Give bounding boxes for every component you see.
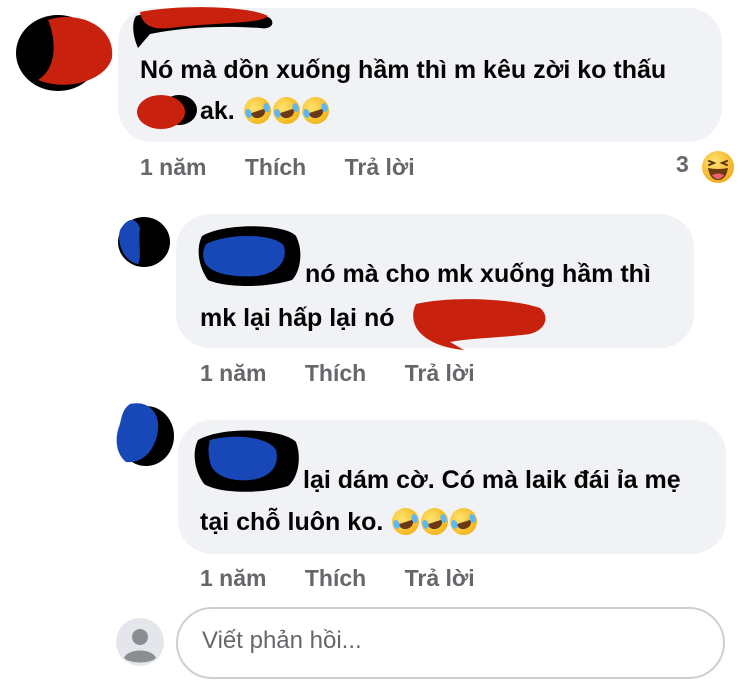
redacted-mention [413, 299, 546, 350]
like-button[interactable]: Thích [245, 154, 306, 180]
reply-button[interactable]: Trả lời [405, 360, 475, 386]
avatar[interactable] [112, 210, 178, 270]
timestamp[interactable]: 1 năm [200, 360, 266, 386]
reply-button[interactable]: Trả lời [405, 565, 475, 591]
laugh-emoji-icon [298, 93, 333, 128]
reply-input-placeholder: Viết phản hồi... [202, 627, 362, 654]
comment-text-line-2: tại chỗ luôn ko. [200, 502, 481, 542]
laugh-emoji-icon [446, 504, 481, 539]
like-button[interactable]: Thích [305, 565, 366, 591]
comment-text-line-2: ak. [200, 91, 333, 131]
redacted-author-name[interactable] [192, 424, 304, 496]
comment-text-line-2-text: tại chỗ luôn ko. [200, 508, 384, 536]
laugh-emoji-icon [388, 504, 423, 539]
timestamp[interactable]: 1 năm [200, 565, 266, 591]
laugh-emoji-icon [240, 93, 275, 128]
reply-button[interactable]: Trả lời [345, 154, 415, 180]
redacted-author-name[interactable] [130, 4, 280, 52]
timestamp[interactable]: 1 năm [140, 154, 206, 180]
reaction-summary[interactable]: 3 [676, 151, 689, 178]
laugh-emoji-icon [417, 504, 452, 539]
comment-text-line-2: mk lại hấp lại nó [200, 304, 395, 332]
comment-text-line-1: nó mà cho mk xuống hầm thì [305, 260, 651, 288]
avatar[interactable] [108, 398, 180, 470]
reply-input[interactable]: Viết phản hồi... [176, 607, 725, 679]
reaction-count: 3 [676, 151, 689, 177]
user-avatar-icon[interactable] [116, 618, 164, 666]
redacted-author-name[interactable] [196, 222, 306, 290]
comment-meta: 1 năm Thích Trả lời [200, 360, 475, 387]
comment-text-line-1: lại dám cờ. Có mà laik đái ỉa mẹ [303, 466, 681, 494]
laugh-emoji-icon [269, 93, 304, 128]
avatar[interactable] [8, 8, 120, 94]
comment-text-line-2-text: ak. [200, 97, 235, 125]
comment-meta: 1 năm Thích Trả lời [200, 565, 475, 592]
haha-reaction-icon [702, 151, 734, 183]
comment-meta: 1 năm Thích Trả lời [140, 154, 415, 181]
comment-text-line-1: Nó mà dồn xuống hầm thì m kêu zời ko thấ… [140, 56, 667, 84]
like-button[interactable]: Thích [305, 360, 366, 386]
redacted-mention [137, 95, 197, 129]
